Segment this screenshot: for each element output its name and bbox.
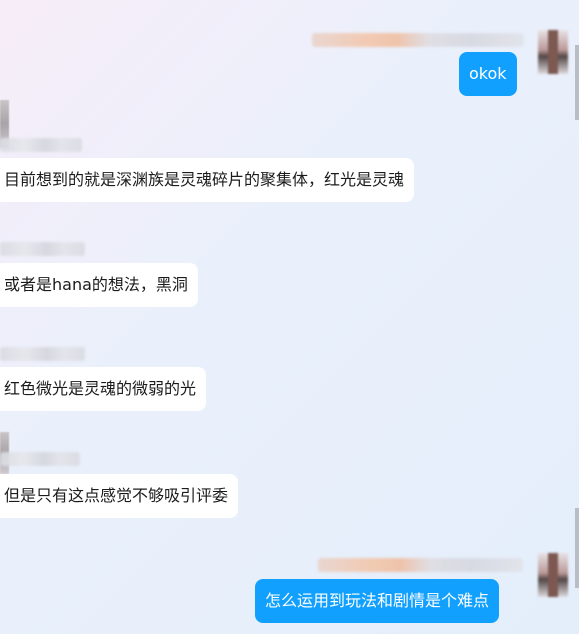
message-bubble-outgoing[interactable]: 怎么运用到玩法和剧情是个难点 <box>255 579 500 623</box>
sender-name-blurred <box>0 242 85 256</box>
message-bubble-outgoing[interactable]: okok <box>459 52 517 96</box>
avatar[interactable] <box>538 553 568 597</box>
message-text: 红色微光是灵魂的微弱的光 <box>4 379 197 398</box>
chat-conversation: okok 目前想到的就是深渊族是灵魂碎片的聚集体，红光是灵魂 或者是hana的想… <box>0 0 579 634</box>
message-bubble-incoming[interactable]: 目前想到的就是深渊族是灵魂碎片的聚集体，红光是灵魂 <box>0 158 415 202</box>
sender-name-blurred <box>312 33 524 47</box>
sender-name-blurred <box>0 452 80 466</box>
sender-name-blurred <box>318 558 523 572</box>
scrollbar-segment[interactable] <box>575 45 579 120</box>
message-text: 但是只有这点感觉不够吸引评委 <box>4 486 229 505</box>
message-bubble-incoming[interactable]: 红色微光是灵魂的微弱的光 <box>0 367 207 411</box>
message-text: 怎么运用到玩法和剧情是个难点 <box>265 591 490 610</box>
message-text: 目前想到的就是深渊族是灵魂碎片的聚集体，红光是灵魂 <box>4 170 405 189</box>
message-text: okok <box>469 64 507 83</box>
sender-name-blurred <box>0 347 85 361</box>
message-text: 或者是hana的想法，黑洞 <box>4 275 188 294</box>
scrollbar-segment[interactable] <box>575 508 579 588</box>
sender-name-blurred <box>0 138 82 152</box>
message-bubble-incoming[interactable]: 但是只有这点感觉不够吸引评委 <box>0 474 239 518</box>
message-bubble-incoming[interactable]: 或者是hana的想法，黑洞 <box>0 263 198 307</box>
avatar[interactable] <box>538 30 568 74</box>
